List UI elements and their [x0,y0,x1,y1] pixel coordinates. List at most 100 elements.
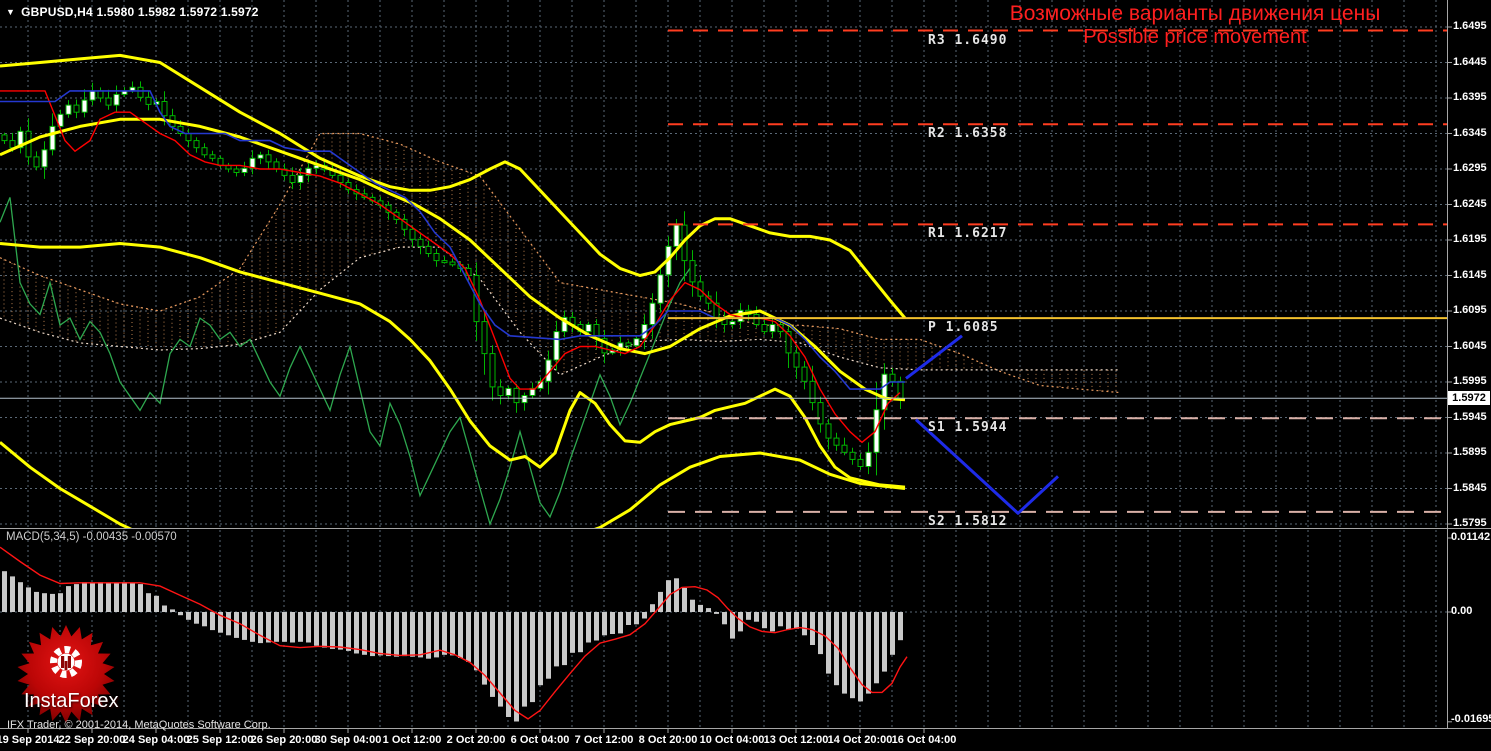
candle-body [433,253,440,262]
macd-bar [66,586,71,612]
macd-bar [234,612,239,638]
candle-body [65,104,72,115]
macd-bar [722,612,727,625]
bb-outer-lower-line [0,441,906,528]
forecast-annotation: Возможные варианты движения цены Possibl… [995,2,1395,49]
macd-bar [610,612,615,634]
main-pane [0,0,1447,528]
macd-bar [418,612,423,658]
macd-bar [394,612,399,657]
macd-bar [26,587,31,612]
macd-bar [98,582,103,612]
candle-body [41,149,48,168]
symbol-ohlc-info: GBPUSD,H4 1.5980 1.5982 1.5972 1.5972 [21,5,259,19]
macd-bar [826,612,831,674]
candle-body [505,387,512,396]
candle-body [633,338,640,347]
macd-bar [706,608,711,612]
macd-bar [626,612,631,625]
bb-lower-line [0,242,906,489]
price-axis-label: 1.5895 [1453,446,1487,458]
candle-body [217,157,224,166]
candle-body [865,451,872,467]
macd-bar [714,612,719,614]
candle-body [481,321,488,355]
chevron-down-icon[interactable]: ▼ [6,7,15,17]
macd-bar [794,612,799,629]
pivot-label: S1 1.5944 [928,420,1008,436]
macd-bar [698,604,703,612]
trading-chart-window: ▼ GBPUSD,H4 1.5980 1.5982 1.5972 1.5972 В… [0,0,1491,751]
macd-bar [250,612,255,642]
candle-body [81,99,88,113]
candle-body [257,154,264,159]
price-axis-label: 1.6345 [1453,126,1487,139]
candle-body [769,324,776,333]
candle-body [753,314,760,325]
macd-bar [538,612,543,686]
candle-body [729,321,736,326]
candle-body [97,90,104,99]
macd-bar [202,612,207,627]
macd-axis-label: 0.00 [1451,605,1473,617]
macd-bar [338,612,343,650]
candle-body [201,147,208,156]
macd-bar [122,582,127,612]
macd-bar [50,593,55,612]
macd-bar [466,612,471,662]
macd-bar [602,612,607,636]
macd-bar [882,612,887,672]
price-axis-label: 1.6395 [1453,91,1487,103]
macd-bar [178,612,183,616]
macd-bar [330,612,335,649]
candle-body [889,373,896,382]
candle-body [1,134,8,142]
macd-bar [810,612,815,645]
macd-bar [130,583,135,612]
macd-bar [266,612,271,643]
macd-bar [298,612,303,642]
macd-bar [106,583,111,612]
macd-bar [210,612,215,631]
macd-bar [34,591,39,612]
macd-bar [138,584,143,612]
price-axis-label: 1.6145 [1453,268,1487,281]
pivot-label: R1 1.6217 [928,226,1008,242]
macd-bar [258,612,263,644]
macd-bar [346,612,351,651]
macd-bar [82,582,87,612]
macd-bar [410,612,415,657]
candle-body [193,140,200,149]
macd-bar [18,582,23,612]
macd-bar [426,612,431,659]
candle-body [185,133,192,142]
candle-body [649,302,656,326]
macd-bar [10,576,15,612]
candle-body [857,458,864,467]
macd-bar [522,612,527,707]
macd-bar [858,612,863,702]
candle-body [209,154,216,159]
macd-axis-label: -0.01695 [1451,713,1491,725]
candle-body [521,395,528,404]
macd-bar [634,612,639,625]
macd-bar [74,584,79,612]
macd-bar [570,612,575,653]
price-axis-label: 1.5845 [1453,481,1487,494]
macd-bar [866,612,871,694]
macd-bar [890,612,895,655]
macd-bar [314,612,319,646]
current-price-badge: 1.5972 [1448,391,1490,405]
price-axis-label: 1.6445 [1453,55,1487,68]
macd-bar [114,582,119,612]
brand-name: InstaForex [24,690,119,712]
candle-body [809,380,816,404]
macd-bar [682,588,687,612]
candle-body [673,224,680,247]
chart-canvas[interactable] [0,0,1491,751]
macd-bar [514,612,519,722]
candle-body [897,380,904,399]
macd-bar [290,612,295,643]
pivot-label: R3 1.6490 [928,32,1008,48]
macd-bar [554,612,559,667]
